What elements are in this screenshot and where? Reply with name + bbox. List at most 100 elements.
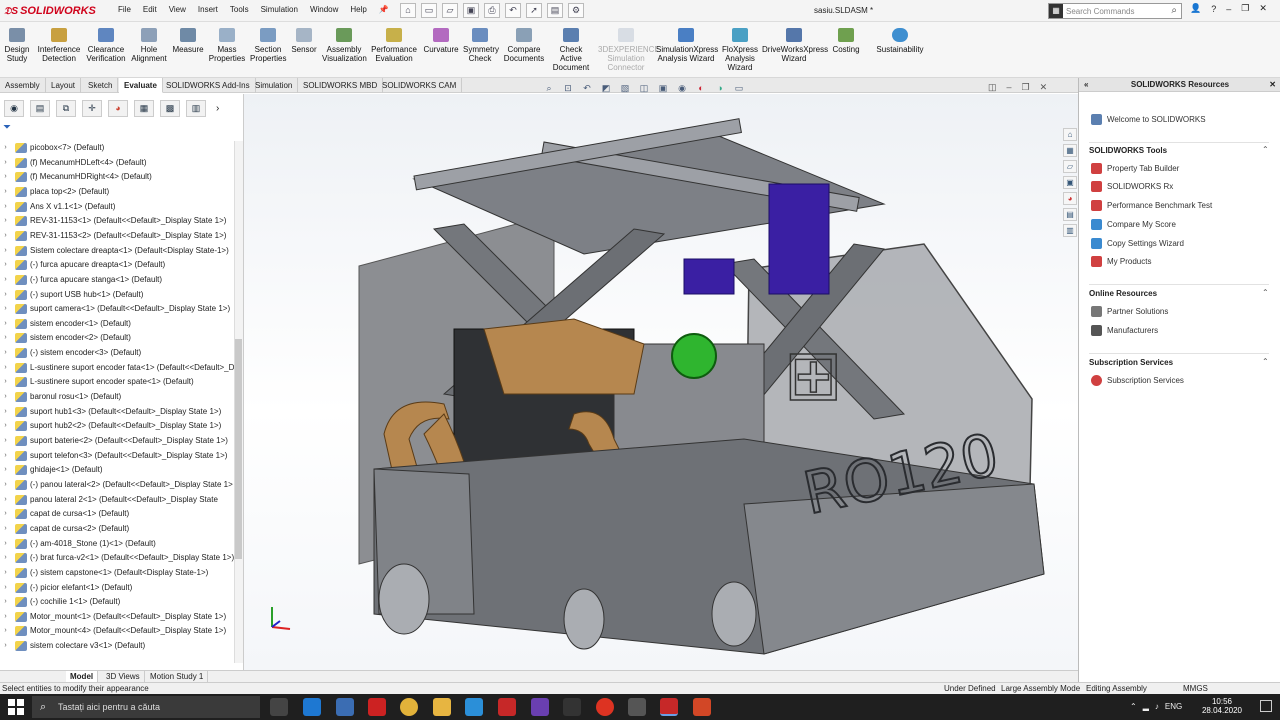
tree-item[interactable]: › L-sustinere suport encoder fata<1> (Def… [0,361,234,375]
expand-arrow-icon[interactable]: › [0,434,11,448]
expand-arrow-icon[interactable]: › [0,478,11,492]
acrobat-icon[interactable] [368,698,386,716]
language-indicator[interactable]: ENG [1165,702,1182,711]
manufacturers-link[interactable]: Manufacturers [1091,325,1158,336]
home-icon[interactable]: ⌂ [400,3,416,18]
tab-mbd[interactable]: SOLIDWORKS MBD [298,78,384,93]
apply-scene-icon[interactable]: ◑ [713,82,727,94]
tree-item[interactable]: › (-) cochilie 1<1> (Default) [0,595,120,609]
graphics-area[interactable]: RO120 ⊞ [244,94,1078,670]
expand-arrow-icon[interactable]: › [0,288,11,302]
menu-insert[interactable]: Insert [198,5,218,14]
save-icon[interactable]: ▣ [463,3,479,18]
chevron-up-icon[interactable]: ⌃ [1262,288,1269,297]
expand-arrow-icon[interactable]: › [0,581,11,595]
expand-arrow-icon[interactable]: › [0,229,11,243]
expand-arrow-icon[interactable]: › [0,390,11,404]
solidworks-forum-icon[interactable]: ▥ [1063,224,1077,237]
menu-help[interactable]: Help [350,5,366,14]
dynamic-annotation-icon[interactable]: ▧ [618,82,632,94]
tab-cam[interactable]: SOLIDWORKS CAM [377,78,463,93]
tree-item[interactable]: › suport telefon<3> (Default<<Default>_Di… [0,449,227,463]
hide-show-icon[interactable]: ◉ [675,82,689,94]
print-icon[interactable]: ⎙ [484,3,500,18]
solidworks-active-icon[interactable] [660,698,678,716]
expand-arrow-icon[interactable]: › [0,156,11,170]
section-properties-button[interactable]: Section Properties [250,28,286,63]
expand-arrow-icon[interactable]: › [0,522,11,536]
clearance-verification-button[interactable]: Clearance Verification [86,28,126,63]
expand-arrow-icon[interactable]: › [0,551,11,565]
property-manager-icon[interactable]: ▤ [30,99,50,117]
expand-arrow-icon[interactable]: › [0,214,11,228]
section-view-icon[interactable]: ◩ [599,82,613,94]
subscription-services-link[interactable]: Subscription Services [1091,375,1184,386]
solidworks-rx-link[interactable]: SOLIDWORKS Rx [1091,181,1173,192]
tree-item[interactable]: › capat de cursa<2> (Default) [0,522,129,536]
tree-item[interactable]: › (-) sistem encoder<3> (Default) [0,346,141,360]
check-active-document-button[interactable]: Check Active Document [548,28,594,72]
search-commands-field[interactable]: ▦ Search Commands ⌕ [1048,3,1182,19]
display-style-icon[interactable]: ▣ [656,82,670,94]
feature-tree-icon[interactable]: ◉ [4,99,24,117]
menu-view[interactable]: View [169,5,186,14]
hole-alignment-button[interactable]: Hole Alignment [130,28,168,63]
symmetry-check-button[interactable]: Symmetry Check [463,28,499,63]
expand-arrow-icon[interactable]: › [0,624,11,638]
sensor-button[interactable]: Sensor [290,28,318,54]
tree-item[interactable]: › sistem encoder<2> (Default) [0,331,131,345]
my-products-link[interactable]: My Products [1091,256,1151,267]
menu-file[interactable]: File [118,5,131,14]
expand-arrow-icon[interactable]: › [0,302,11,316]
resources-home-icon[interactable]: ⌂ [1063,128,1077,141]
taskbar-search[interactable]: ⌕ Tastați aici pentru a căuta [32,696,260,718]
help-icon[interactable]: ? [1211,4,1216,14]
expand-arrow-icon[interactable]: › [0,449,11,463]
rebuild-icon[interactable]: ▤ [547,3,563,18]
expand-arrow-icon[interactable]: › [0,244,11,258]
open-icon[interactable]: ▱ [442,3,458,18]
solidworks-2018-icon[interactable] [498,698,516,716]
tree-item[interactable]: › (f) MecanumHDRight<4> (Default) [0,170,152,184]
windows-start-icon[interactable] [8,699,24,715]
new-document-icon[interactable]: ▭ [421,3,437,18]
clock[interactable]: 10:56 28.04.2020 [1198,697,1246,715]
chrome-icon[interactable] [400,698,418,716]
expand-arrow-icon[interactable]: › [0,537,11,551]
chevron-up-icon[interactable]: ⌃ [1262,357,1269,366]
tree-item[interactable]: › (-) sistem capstone<1> (Default<Display… [0,566,208,580]
tab-evaluate[interactable]: Evaluate [119,78,163,93]
expand-arrow-icon[interactable]: › [0,375,11,389]
driveworksxpress-button[interactable]: DriveWorksXpress Wizard [762,28,828,63]
file-explorer-icon[interactable] [433,698,451,716]
tree-item[interactable]: › (-) furca apucare stanga<1> (Default) [0,273,162,287]
assembly-visualization-button[interactable]: Assembly Visualization [322,28,367,63]
sustainability-button[interactable]: Sustainability [874,28,926,54]
expand-arrow-icon[interactable]: › [0,507,11,521]
tree-item[interactable]: › REV-31-1153<2> (Default<<Default>_Displ… [0,229,226,243]
viewport-close-icon[interactable]: ✕ [1040,82,1048,93]
mass-properties-button[interactable]: Mass Properties [208,28,246,63]
performance-evaluation-button[interactable]: Performance Evaluation [370,28,418,63]
viewport-split-icon[interactable]: ◫ [988,82,997,93]
design-library-icon[interactable]: ▦ [1063,144,1077,157]
cam-operation-tree-icon[interactable]: ▩ [160,99,180,117]
property-tab-builder-link[interactable]: Property Tab Builder [1091,163,1179,174]
pin-icon[interactable]: 📌 [379,5,389,14]
display-manager-icon[interactable]: ◕ [108,99,128,117]
configuration-manager-icon[interactable]: ⧉ [56,99,76,117]
tree-item[interactable]: › (-) picior elefant<1> (Default) [0,581,132,595]
solidworks-logo[interactable]: 𝔇S SOLIDWORKS [4,3,96,19]
dimxpert-icon[interactable]: ✛ [82,99,102,117]
tree-item[interactable]: › placa top<2> (Default) [0,185,109,199]
app-icon[interactable] [563,698,581,716]
expand-arrow-icon[interactable]: › [0,639,11,653]
opera-icon[interactable] [596,698,614,716]
tab-layout[interactable]: Layout [46,78,82,93]
tree-item[interactable]: › Motor_mount<4> (Default<<Default>_Displ… [0,624,226,638]
tab-addins[interactable]: SOLIDWORKS Add-Ins [161,78,256,93]
tree-item[interactable]: › suport baterie<2> (Default<<Default>_Di… [0,434,228,448]
compare-score-link[interactable]: Compare My Score [1091,219,1176,230]
custom-properties-icon[interactable]: ▤ [1063,208,1077,221]
view-settings-icon[interactable]: ▭ [732,82,746,94]
